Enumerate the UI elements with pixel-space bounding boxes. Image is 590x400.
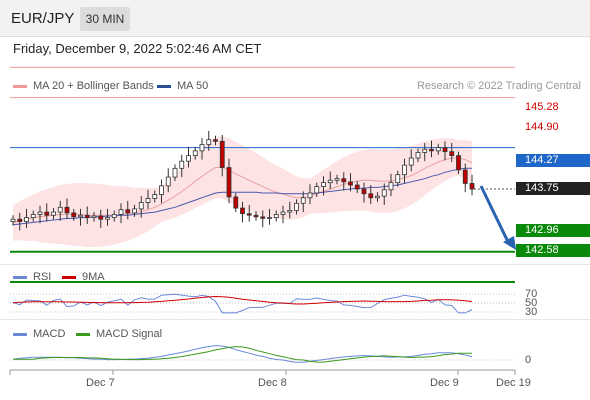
candle-body <box>381 189 387 197</box>
candle-body <box>145 198 151 203</box>
candle-body <box>375 195 380 199</box>
candle-body <box>51 211 56 216</box>
candle-body <box>469 183 475 190</box>
candle-body <box>132 208 137 214</box>
candle-body <box>368 193 374 199</box>
candle-body <box>10 218 16 222</box>
candle-body <box>354 184 360 190</box>
legend-rsi9: 9MA <box>62 271 105 283</box>
candle-body <box>240 207 245 215</box>
candle-body <box>260 216 266 219</box>
candle-body <box>307 192 313 199</box>
support-2-tag: 142.58 <box>516 244 590 257</box>
candle-body <box>152 194 158 199</box>
candle-body <box>226 167 232 198</box>
divider-rsi <box>0 264 590 265</box>
macd-swatch <box>13 332 27 336</box>
candle-body <box>267 217 272 220</box>
candle-body <box>57 206 63 213</box>
last-price-tag: 143.75 <box>516 182 590 195</box>
legend-rsi: RSI <box>13 271 51 283</box>
candle-body <box>138 202 144 210</box>
candle-body <box>327 179 333 184</box>
candle-body <box>287 210 293 213</box>
legend-macd-signal-label: MACD Signal <box>96 328 163 340</box>
candle-body <box>111 214 117 219</box>
candle-body <box>71 212 77 218</box>
candle-body <box>192 150 198 157</box>
candle-body <box>206 139 212 145</box>
legend-rsi-label: RSI <box>33 271 52 283</box>
legend-macd-signal: MACD Signal <box>76 328 162 340</box>
support-1-tag: 142.96 <box>516 224 590 237</box>
candle-body <box>125 209 131 214</box>
candle-body <box>24 217 29 222</box>
x-label-dec19: Dec 19 <box>496 377 531 389</box>
candle-body <box>280 211 286 215</box>
legend-macd: MACD <box>13 328 65 340</box>
candle-body <box>388 182 394 191</box>
candle-body <box>408 157 414 166</box>
candle-body <box>17 218 23 222</box>
resistance-1-label: 144.90 <box>525 121 559 133</box>
x-label-dec9: Dec 9 <box>430 377 459 389</box>
forecast-arrow-shaft <box>479 185 511 245</box>
x-label-dec7: Dec 7 <box>86 377 115 389</box>
candle-body <box>165 176 171 187</box>
candle-body <box>429 148 434 152</box>
candle-body <box>179 160 185 169</box>
candle-body <box>334 178 340 181</box>
candle-body <box>84 214 90 219</box>
candle-body <box>199 144 205 152</box>
candle-body <box>253 214 259 218</box>
candle-body <box>219 140 225 168</box>
candle-body <box>233 196 239 209</box>
candle-body <box>186 155 191 162</box>
candle-body <box>321 182 326 188</box>
price-chart <box>9 66 516 375</box>
candle-body <box>456 155 461 171</box>
bollinger-band-fill <box>13 136 472 247</box>
rsi-swatch <box>13 275 27 279</box>
candle-body <box>78 214 83 218</box>
candle-body <box>402 164 407 176</box>
legend-rsi9-label: 9MA <box>82 271 105 283</box>
candle-body <box>449 151 455 157</box>
legend-macd-label: MACD <box>33 328 66 340</box>
candle-body <box>64 206 70 214</box>
candle-body <box>415 152 421 159</box>
candle-body <box>98 215 104 220</box>
candle-body <box>361 188 367 195</box>
candle-body <box>91 215 97 219</box>
candle-body <box>422 148 428 153</box>
macd-zero-label: 0 <box>525 354 532 366</box>
candle-body <box>30 214 36 219</box>
divider-macd <box>0 319 590 320</box>
candle-body <box>462 169 468 184</box>
candle-body <box>159 185 164 195</box>
candle-body <box>348 181 353 186</box>
rsi-30-label: 30 <box>525 306 538 318</box>
candle-body <box>314 186 320 194</box>
resistance-2-label: 145.28 <box>525 101 559 113</box>
candle-body <box>118 209 124 215</box>
candle-body <box>246 213 252 216</box>
macd-signal-swatch <box>76 332 90 336</box>
candle-body <box>105 217 110 220</box>
rsi-line <box>12 293 473 314</box>
candle-body <box>213 139 218 142</box>
candle-body <box>442 147 448 153</box>
candle-body <box>273 214 279 219</box>
candle-body <box>44 211 50 216</box>
candle-body <box>395 174 401 184</box>
candle-body <box>300 197 306 204</box>
candle-body <box>435 147 441 152</box>
candle-body <box>341 178 347 183</box>
x-label-dec8: Dec 8 <box>258 377 287 389</box>
candle-body <box>172 167 178 178</box>
rsi9-swatch <box>62 275 76 279</box>
candle-body <box>37 211 43 215</box>
candle-body <box>294 202 299 211</box>
pivot-level-tag: 144.27 <box>516 154 590 167</box>
